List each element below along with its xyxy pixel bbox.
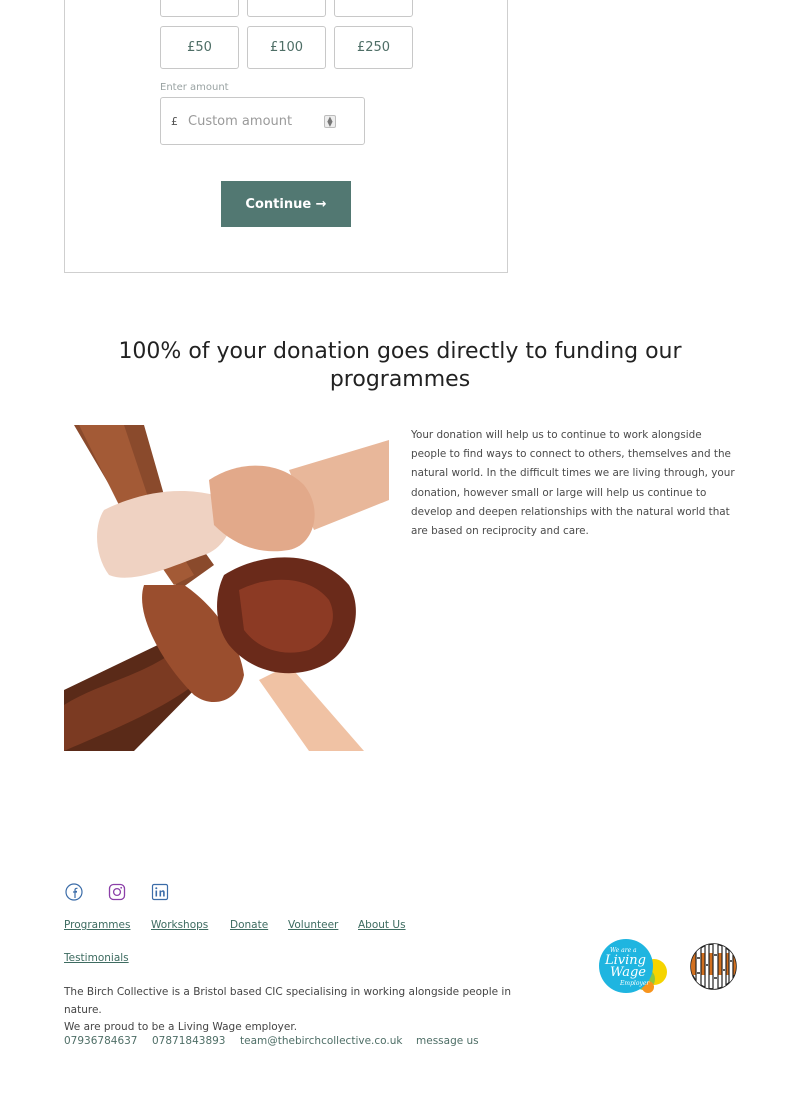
linkedin-icon[interactable] xyxy=(150,882,169,901)
email-link[interactable]: team@thebirchcollective.co.uk xyxy=(240,1035,402,1047)
custom-amount-field[interactable]: £ ▲▼ xyxy=(160,97,365,145)
message-us-link[interactable]: message us xyxy=(416,1035,479,1047)
enter-amount-label: Enter amount xyxy=(160,82,229,93)
about-line: The Birch Collective is a Bristol based … xyxy=(64,986,511,1016)
birch-collective-logo xyxy=(690,943,737,990)
section-headline: 100% of your donation goes directly to f… xyxy=(118,339,682,392)
phone-link-2[interactable]: 07871843893 xyxy=(152,1035,226,1047)
facebook-icon[interactable] xyxy=(64,882,83,901)
donation-form-card: £50 £100 £250 Enter amount £ ▲▼ Continue… xyxy=(64,0,508,273)
living-wage-line: We are proud to be a Living Wage employe… xyxy=(64,1021,298,1033)
footer-link-volunteer[interactable]: Volunteer xyxy=(288,919,338,931)
continue-button[interactable]: Continue → xyxy=(221,181,351,227)
amount-250-button[interactable]: £250 xyxy=(334,26,413,69)
footer-link-programmes[interactable]: Programmes xyxy=(64,919,130,931)
badge-line4: Employer xyxy=(619,980,650,987)
hands-image xyxy=(64,425,389,751)
badge-line3: Wage xyxy=(610,965,646,980)
donation-description: Your donation will help us to continue t… xyxy=(411,429,735,538)
footer-link-testimonials[interactable]: Testimonials xyxy=(64,952,129,964)
amount-100-button[interactable]: £100 xyxy=(247,26,326,69)
amount-50-button[interactable]: £50 xyxy=(160,26,239,69)
living-wage-badge: We are a Living Wage Employer xyxy=(598,939,670,995)
social-links xyxy=(64,882,169,901)
instagram-icon[interactable] xyxy=(107,882,126,901)
amount-option-button[interactable] xyxy=(160,0,239,17)
number-spinner-icon[interactable]: ▲ ▼ xyxy=(324,115,336,128)
footer-link-about-us[interactable]: About Us xyxy=(358,919,406,931)
phone-link-1[interactable]: 07936784637 xyxy=(64,1035,138,1047)
footer-link-workshops[interactable]: Workshops xyxy=(151,919,208,931)
custom-amount-input[interactable] xyxy=(188,113,318,129)
footer-about: The Birch Collective is a Bristol based … xyxy=(64,984,544,1037)
footer-link-donate[interactable]: Donate xyxy=(230,919,268,931)
currency-symbol: £ xyxy=(171,114,178,128)
amount-option-button[interactable] xyxy=(334,0,413,17)
amount-option-button[interactable] xyxy=(247,0,326,17)
